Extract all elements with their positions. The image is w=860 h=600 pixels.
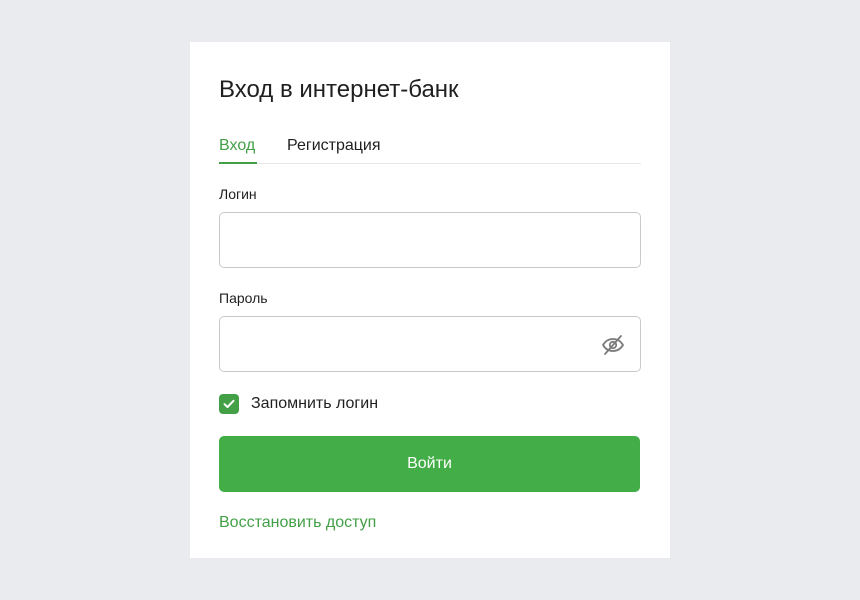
remember-login: Запомнить логин — [219, 394, 378, 414]
remember-login-label[interactable]: Запомнить логин — [251, 395, 378, 413]
password-input[interactable] — [220, 317, 640, 371]
tab-login-label: Вход — [219, 136, 256, 154]
login-label: Логин — [219, 186, 257, 202]
eye-off-icon[interactable] — [601, 333, 625, 357]
tab-registration[interactable]: Регистрация — [287, 126, 381, 163]
login-button[interactable]: Войти — [219, 436, 640, 492]
auth-tabs: Вход Регистрация — [219, 126, 641, 164]
password-label: Пароль — [219, 290, 268, 306]
login-card: Вход в интернет-банк Вход Регистрация Ло… — [190, 42, 670, 558]
tab-login[interactable]: Вход — [219, 126, 258, 164]
login-input[interactable] — [220, 213, 640, 267]
login-field-wrapper — [219, 212, 641, 268]
remember-login-checkbox[interactable] — [219, 394, 239, 414]
page-title: Вход в интернет-банк — [219, 76, 459, 103]
restore-access-link[interactable]: Восстановить доступ — [219, 514, 376, 532]
tab-registration-label: Регистрация — [287, 136, 381, 154]
password-field-wrapper — [219, 316, 641, 372]
checkmark-icon — [223, 399, 235, 408]
